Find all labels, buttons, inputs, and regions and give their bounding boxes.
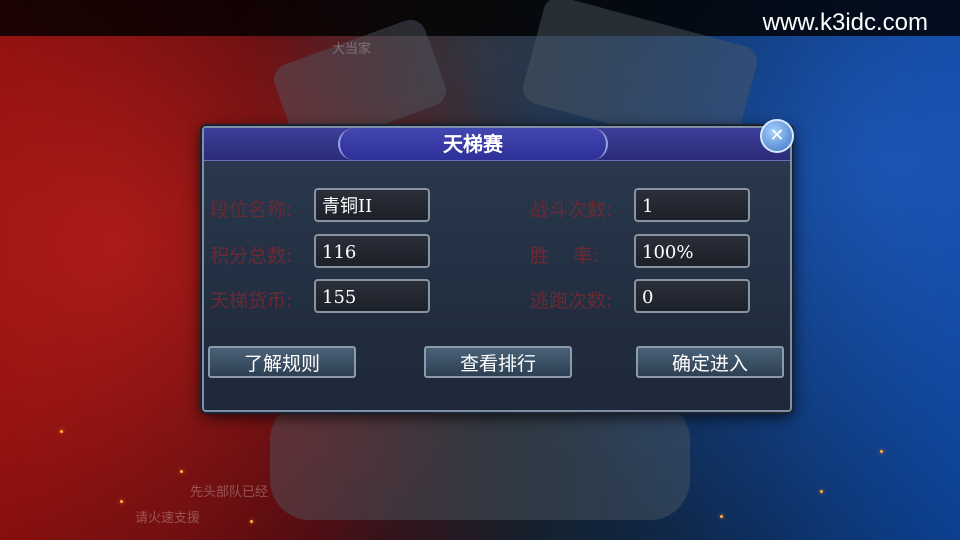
win-rate-value: 100%	[634, 234, 750, 268]
ember	[250, 520, 253, 523]
confirm-enter-button[interactable]: 确定进入	[636, 346, 784, 378]
rank-name-value: 青铜II	[314, 188, 430, 222]
background-name-text: 大当家	[332, 42, 372, 57]
battle-count-value: 1	[634, 188, 750, 222]
total-points-label: 积分总数:	[210, 245, 293, 267]
ladder-currency-label: 天梯货币:	[210, 290, 293, 312]
ember	[60, 430, 63, 433]
rank-name-label: 段位名称:	[210, 199, 293, 221]
background-chat-line-1: 先头部队已经	[190, 485, 269, 500]
ember	[720, 515, 723, 518]
win-rate-label: 胜 率:	[530, 245, 599, 267]
background-shield-bottom	[270, 400, 690, 520]
view-ranking-button[interactable]: 查看排行	[424, 346, 572, 378]
ember	[180, 470, 183, 473]
learn-rules-button[interactable]: 了解规则	[208, 346, 356, 378]
ladder-dialog: 天梯赛 ✕ 段位名称: 青铜II 积分总数: 116 天梯货币: 155 战斗次…	[202, 119, 794, 412]
ember	[120, 500, 123, 503]
watermark: www.k3idc.com	[762, 9, 928, 36]
ladder-currency-value: 155	[314, 279, 430, 313]
dialog-title: 天梯赛	[338, 128, 608, 160]
total-points-value: 116	[314, 234, 430, 268]
battle-count-label: 战斗次数:	[530, 199, 613, 221]
ember	[880, 450, 883, 453]
ember	[820, 490, 823, 493]
escape-count-label: 逃跑次数:	[530, 290, 613, 312]
close-icon[interactable]: ✕	[760, 119, 794, 153]
dialog-title-bar: 天梯赛	[204, 128, 790, 161]
escape-count-value: 0	[634, 279, 750, 313]
background-chat-line-2: 请火速支援	[135, 511, 201, 526]
